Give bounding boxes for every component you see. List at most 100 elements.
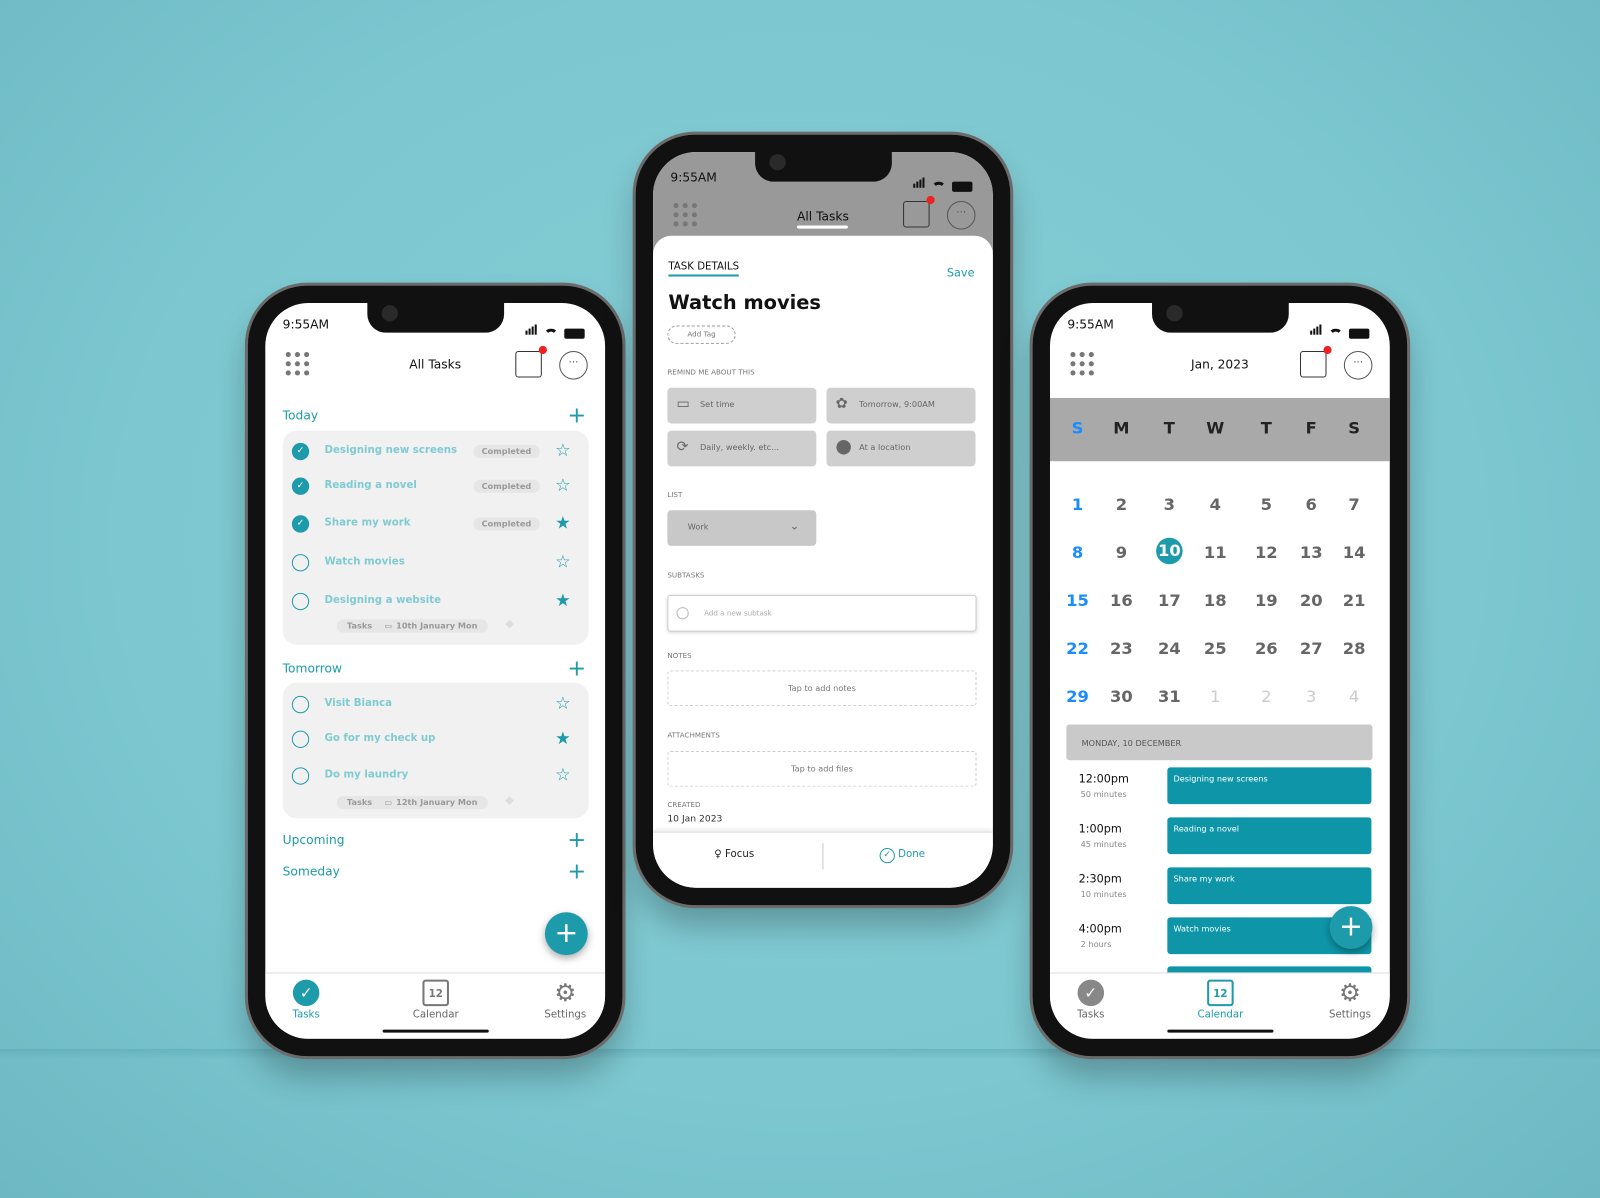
calendar-day[interactable]: 15 <box>1062 591 1093 610</box>
calendar-day[interactable]: 5 <box>1251 495 1282 514</box>
task-row[interactable]: ✓ Share my work Completed ★ <box>291 513 578 534</box>
task-title[interactable]: Watch movies <box>668 292 821 314</box>
calendar-day[interactable]: 18 <box>1200 591 1231 610</box>
unchecked-circle-icon[interactable] <box>291 695 310 714</box>
task-row[interactable]: Go for my check up ★ <box>291 729 578 750</box>
calendar-day[interactable]: 2 <box>1106 495 1137 514</box>
calendar-day[interactable]: 12 <box>1251 543 1282 562</box>
calendar-day[interactable]: 28 <box>1339 639 1370 658</box>
calendar-day[interactable]: 6 <box>1296 495 1327 514</box>
calendar-day[interactable]: 7 <box>1339 495 1370 514</box>
calendar-day[interactable]: 1 <box>1200 687 1231 706</box>
location-button[interactable]: ⬤ At a location <box>826 430 976 467</box>
unchecked-circle-icon[interactable] <box>291 554 310 572</box>
list-dropdown[interactable]: Work ⌄ <box>667 510 817 546</box>
calendar-day[interactable]: 23 <box>1106 639 1137 658</box>
add-task-fab[interactable]: + <box>544 912 588 956</box>
add-tag-button[interactable]: Add Tag <box>667 325 736 344</box>
checked-circle-icon[interactable]: ✓ <box>291 477 310 495</box>
calendar-day[interactable]: 26 <box>1251 639 1282 658</box>
calendar-day[interactable]: 1 <box>1062 495 1093 514</box>
calendar-day[interactable]: 24 <box>1154 639 1185 658</box>
section-tomorrow[interactable]: Tomorrow <box>283 661 342 675</box>
nav-calendar[interactable]: 12 Calendar <box>1180 979 1262 1020</box>
add-icon[interactable]: + <box>567 658 586 680</box>
calendar-day[interactable]: 19 <box>1251 591 1282 610</box>
calendar-day[interactable]: 22 <box>1062 639 1093 658</box>
task-row[interactable]: ✓ Designing new screens Completed ☆ <box>291 441 578 462</box>
section-today[interactable]: Today <box>283 408 318 422</box>
add-icon[interactable]: + <box>567 861 586 883</box>
subtask-input[interactable]: Add a new subtask <box>667 594 977 632</box>
nav-settings[interactable]: ⚙ Settings <box>1309 980 1390 1021</box>
star-outline-icon[interactable]: ☆ <box>555 694 571 714</box>
calendar-day[interactable]: 21 <box>1339 591 1370 610</box>
star-outline-icon[interactable]: ☆ <box>555 476 571 496</box>
calendar-day[interactable]: 16 <box>1106 591 1137 610</box>
task-row[interactable]: Visit Bianca ☆ <box>291 694 578 715</box>
calendar-day[interactable]: 20 <box>1296 591 1327 610</box>
calendar-day[interactable]: 4 <box>1200 495 1231 514</box>
star-outline-icon[interactable]: ☆ <box>555 552 571 572</box>
calendar-day[interactable]: 25 <box>1200 639 1231 658</box>
notes-field[interactable]: Tap to add notes <box>667 670 977 707</box>
notes-icon[interactable] <box>903 195 935 228</box>
calendar-day[interactable]: 3 <box>1154 495 1185 514</box>
section-upcoming[interactable]: Upcoming <box>283 833 345 847</box>
tag-icon[interactable]: ⬥ <box>505 793 514 808</box>
calendar-day[interactable]: 8 <box>1062 543 1093 562</box>
calendar-day[interactable]: 29 <box>1062 687 1093 706</box>
star-filled-icon[interactable]: ★ <box>555 729 571 749</box>
calendar-day[interactable]: 11 <box>1200 543 1231 562</box>
focus-button[interactable]: ♀ Focus <box>714 849 754 860</box>
more-icon[interactable]: ··· <box>946 201 976 230</box>
add-event-fab[interactable]: + <box>1329 906 1373 949</box>
task-row[interactable]: ✓ Reading a novel Completed ☆ <box>291 476 578 497</box>
calendar-day[interactable]: 30 <box>1106 687 1137 706</box>
event-block[interactable]: Share my work <box>1167 867 1372 905</box>
nav-settings[interactable]: ⚙ Settings <box>524 980 605 1021</box>
event-block[interactable]: Reading a novel <box>1167 817 1372 855</box>
calendar-day[interactable]: 4 <box>1339 687 1370 706</box>
calendar-day[interactable]: 27 <box>1296 639 1327 658</box>
month-title[interactable]: Jan, 2023 <box>1050 357 1390 371</box>
tab-task-details[interactable]: TASK DETAILS <box>668 261 740 277</box>
add-icon[interactable]: + <box>567 829 586 851</box>
task-row[interactable]: Watch movies ☆ <box>291 552 578 573</box>
star-outline-icon[interactable]: ☆ <box>555 765 571 785</box>
notes-icon[interactable] <box>1299 345 1332 378</box>
more-icon[interactable]: ··· <box>1343 351 1373 380</box>
calendar-day[interactable]: 2 <box>1251 687 1282 706</box>
task-row[interactable]: Designing a website ★ <box>291 591 578 612</box>
save-button[interactable]: Save <box>947 266 975 279</box>
nav-calendar[interactable]: 12 Calendar <box>395 979 477 1020</box>
tag-icon[interactable]: ⬥ <box>505 616 514 631</box>
unchecked-circle-icon[interactable] <box>291 730 310 748</box>
event-block[interactable]: Designing new screens <box>1167 767 1372 805</box>
star-filled-icon[interactable]: ★ <box>555 591 571 611</box>
checked-circle-icon[interactable]: ✓ <box>291 515 310 533</box>
calendar-day[interactable]: 31 <box>1154 687 1185 706</box>
nav-tasks[interactable]: ✓ Tasks <box>1050 979 1132 1020</box>
notes-icon[interactable] <box>515 345 547 378</box>
tomorrow-button[interactable]: ✿ Tomorrow, 9:00AM <box>826 387 976 424</box>
attachments-field[interactable]: Tap to add files <box>667 751 977 787</box>
calendar-day[interactable]: 14 <box>1339 543 1370 562</box>
calendar-day[interactable]: 13 <box>1296 543 1327 562</box>
more-icon[interactable]: ··· <box>559 351 588 380</box>
calendar-day[interactable]: 17 <box>1154 591 1185 610</box>
star-outline-icon[interactable]: ☆ <box>555 441 571 461</box>
unchecked-circle-icon[interactable] <box>291 767 310 785</box>
calendar-day[interactable]: 9 <box>1106 543 1137 562</box>
add-icon[interactable]: + <box>567 405 586 427</box>
calendar-day[interactable]: 3 <box>1296 687 1327 706</box>
done-button[interactable]: ✓ Done <box>879 847 925 864</box>
calendar-day[interactable]: 10 <box>1156 537 1183 565</box>
star-filled-icon[interactable]: ★ <box>555 513 571 533</box>
checked-circle-icon[interactable]: ✓ <box>291 442 310 461</box>
unchecked-circle-icon[interactable] <box>291 592 310 611</box>
set-time-button[interactable]: ▭ Set time <box>667 387 817 424</box>
section-someday[interactable]: Someday <box>283 864 340 878</box>
nav-tasks[interactable]: ✓ Tasks <box>265 979 347 1020</box>
repeat-button[interactable]: ⟳ Daily, weekly. etc... <box>667 430 817 467</box>
